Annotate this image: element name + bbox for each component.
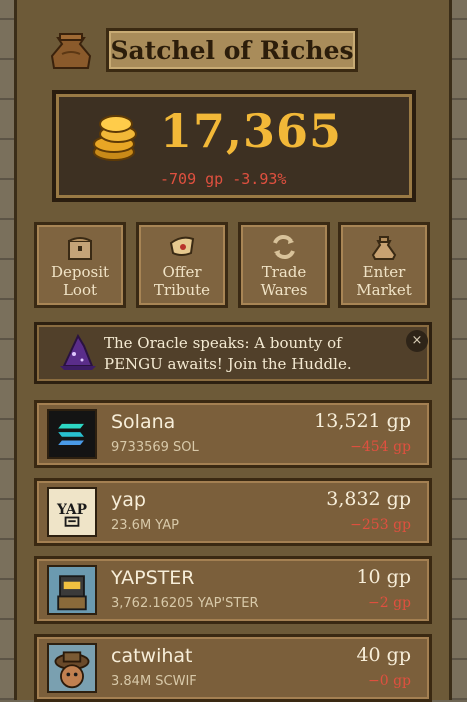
- oracle-message: The Oracle speaks: A bounty of PENGU awa…: [104, 334, 352, 373]
- token-amount: 3,762.16205 YAP'STER: [111, 596, 259, 611]
- yap-icon: YAP: [47, 487, 97, 537]
- title-plaque: Satchel of Riches: [106, 28, 358, 72]
- robot-icon: [47, 565, 97, 615]
- token-amount: 3.84M SCWIF: [111, 674, 197, 689]
- gold-coins-icon: [93, 115, 137, 161]
- deposit-loot-label: Deposit Loot: [50, 263, 110, 299]
- offer-tribute-label: Offer Tribute: [153, 263, 211, 299]
- token-name: Solana: [111, 411, 176, 433]
- enter-market-button[interactable]: Enter Market: [338, 222, 430, 308]
- exchange-icon: [273, 235, 295, 259]
- solana-icon: [47, 409, 97, 459]
- token-change: −253 gp: [350, 517, 411, 533]
- money-bag-icon: [50, 33, 92, 69]
- token-name: YAPSTER: [111, 567, 195, 589]
- sack-icon: [371, 236, 397, 260]
- token-row-yapster[interactable]: YAPSTER 3,762.16205 YAP'STER 10 gp −2 gp: [34, 556, 432, 624]
- scroll-icon: [169, 236, 195, 256]
- token-row-catwihat[interactable]: catwihat 3.84M SCWIF 40 gp −0 gp: [34, 634, 432, 702]
- token-value: 10 gp: [356, 566, 411, 588]
- wizard-hat-icon: [60, 333, 96, 370]
- token-row-solana[interactable]: Solana 9733569 SOL 13,521 gp −454 gp: [34, 400, 432, 468]
- balance-amount: 17,365: [160, 104, 343, 158]
- yap-icon-text: YAP: [56, 502, 88, 518]
- token-value: 40 gp: [356, 644, 411, 666]
- token-change: −0 gp: [367, 673, 411, 689]
- token-change: −2 gp: [367, 595, 411, 611]
- close-icon[interactable]: ×: [406, 330, 428, 352]
- token-name: catwihat: [111, 645, 193, 667]
- page-title: Satchel of Riches: [110, 35, 354, 65]
- token-amount: 9733569 SOL: [111, 440, 199, 455]
- token-value: 13,521 gp: [314, 410, 411, 432]
- token-name: yap: [111, 489, 146, 511]
- token-amount: 23.6M YAP: [111, 518, 179, 533]
- cat-hat-icon: [47, 643, 97, 693]
- token-change: −454 gp: [350, 439, 411, 455]
- token-value: 3,832 gp: [326, 488, 411, 510]
- balance-change: -709 gp -3.93%: [160, 170, 287, 188]
- trade-wares-button[interactable]: Trade Wares: [238, 222, 330, 308]
- offer-tribute-button[interactable]: Offer Tribute: [136, 222, 228, 308]
- trade-wares-label: Trade Wares: [260, 263, 308, 299]
- deposit-loot-button[interactable]: Deposit Loot: [34, 222, 126, 308]
- satchel-icon: [68, 237, 92, 260]
- token-row-yap[interactable]: YAP yap 23.6M YAP 3,832 gp −253 gp: [34, 478, 432, 546]
- enter-market-label: Enter Market: [356, 263, 412, 299]
